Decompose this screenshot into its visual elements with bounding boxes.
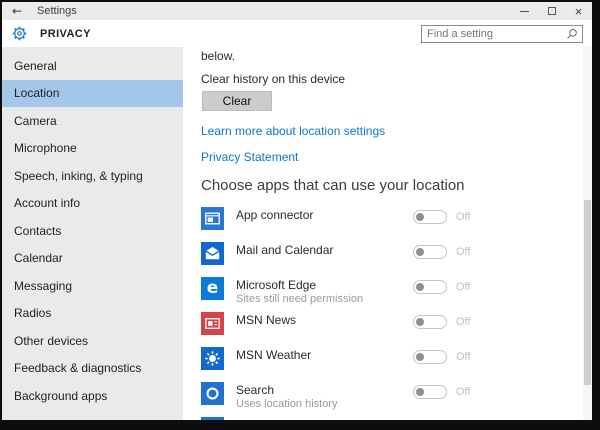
toggle-knob-icon: [416, 353, 424, 361]
minimize-icon: [520, 11, 529, 12]
app-name: Mail and Calendar: [236, 243, 333, 257]
camera-icon: [201, 417, 224, 420]
sidebar-item-camera[interactable]: Camera: [2, 107, 183, 135]
toggle-state-label: Off: [456, 351, 470, 363]
search-toggle[interactable]: [413, 385, 447, 399]
back-arrow-icon[interactable]: ←: [2, 4, 32, 18]
sidebar-item-calendar[interactable]: Calendar: [2, 245, 183, 273]
toggle-knob-icon: [416, 283, 424, 291]
sidebar-item-location[interactable]: Location: [2, 80, 183, 108]
scrollbar-thumb[interactable]: [584, 200, 591, 385]
app-name: MSN News: [236, 313, 296, 327]
gear-icon: [11, 25, 28, 42]
toggle-state-label: Off: [456, 246, 470, 258]
sidebar-item-messaging[interactable]: Messaging: [2, 272, 183, 300]
apps-section-heading: Choose apps that can use your location: [201, 177, 592, 194]
toggle-state-label: Off: [456, 281, 470, 293]
search-ring-icon: [201, 382, 224, 405]
app-row-msn-weather: MSN Weather Off: [201, 344, 592, 379]
clear-history-label: Clear history on this device: [201, 72, 592, 86]
maximize-button[interactable]: [538, 2, 565, 20]
close-icon: ×: [575, 5, 583, 18]
toggle-knob-icon: [416, 318, 424, 326]
close-button[interactable]: ×: [565, 2, 592, 20]
sidebar-item-feedback-diagnostics[interactable]: Feedback & diagnostics: [2, 355, 183, 383]
titlebar: ← Settings ×: [2, 2, 592, 20]
mail-envelope-icon: [201, 242, 224, 265]
newspaper-icon: [201, 312, 224, 335]
app-name: Windows Camera: [236, 418, 331, 420]
intro-text-fragment: below.: [201, 49, 592, 63]
edge-icon: e: [201, 277, 224, 300]
app-row-mail-calendar: Mail and Calendar Off: [201, 239, 592, 274]
app-name: App connector: [236, 208, 313, 222]
sidebar-item-contacts[interactable]: Contacts: [2, 217, 183, 245]
app-name: Search: [236, 383, 338, 397]
sidebar-item-speech-inking-typing[interactable]: Speech, inking, & typing: [2, 162, 183, 190]
sidebar-item-radios[interactable]: Radios: [2, 300, 183, 328]
toggle-knob-icon: [416, 388, 424, 396]
vertical-scrollbar[interactable]: [583, 47, 592, 420]
privacy-statement-link[interactable]: Privacy Statement: [201, 150, 298, 164]
app-subtitle: Uses location history: [236, 398, 338, 410]
search-box: [421, 25, 583, 43]
settings-window: ← Settings ×: [2, 2, 592, 420]
sidebar-item-other-devices[interactable]: Other devices: [2, 327, 183, 355]
toggle-knob-icon: [416, 248, 424, 256]
sidebar-item-microphone[interactable]: Microphone: [2, 135, 183, 163]
app-row-search: Search Uses location history Off: [201, 379, 592, 414]
app-connector-toggle[interactable]: [413, 210, 447, 224]
mail-calendar-toggle[interactable]: [413, 245, 447, 259]
sidebar: General Location Camera Microphone Speec…: [2, 47, 183, 420]
msn-news-toggle[interactable]: [413, 315, 447, 329]
location-settings-content: below. Clear history on this device Clea…: [183, 47, 592, 420]
sidebar-item-background-apps[interactable]: Background apps: [2, 382, 183, 410]
app-name: Microsoft Edge: [236, 278, 363, 292]
app-row-microsoft-edge: e Microsoft Edge Sites still need permis…: [201, 274, 592, 309]
maximize-icon: [548, 7, 556, 15]
sun-icon: [201, 347, 224, 370]
app-row-windows-camera: Windows Camera Off: [201, 414, 592, 420]
page-title: PRIVACY: [40, 28, 91, 40]
window-controls: ×: [511, 2, 592, 20]
window-title: Settings: [37, 5, 77, 17]
page-header: PRIVACY: [2, 20, 592, 47]
app-subtitle: Sites still need permission: [236, 293, 363, 305]
search-icon[interactable]: [566, 28, 578, 40]
sidebar-item-general[interactable]: General: [2, 52, 183, 80]
sidebar-item-account-info[interactable]: Account info: [2, 190, 183, 218]
minimize-button[interactable]: [511, 2, 538, 20]
app-row-msn-news: MSN News Off: [201, 309, 592, 344]
microsoft-edge-toggle[interactable]: [413, 280, 447, 294]
toggle-state-label: Off: [456, 316, 470, 328]
learn-more-link[interactable]: Learn more about location settings: [201, 124, 385, 138]
toggle-knob-icon: [416, 213, 424, 221]
clear-button[interactable]: Clear: [202, 91, 272, 111]
app-row-app-connector: App connector Off: [201, 204, 592, 239]
app-name: MSN Weather: [236, 348, 311, 362]
toggle-state-label: Off: [456, 211, 470, 223]
toggle-state-label: Off: [456, 386, 470, 398]
app-connector-icon: [201, 207, 224, 230]
search-input[interactable]: [422, 28, 566, 40]
apps-list: App connector Off Mail and Calendar: [201, 204, 592, 420]
msn-weather-toggle[interactable]: [413, 350, 447, 364]
